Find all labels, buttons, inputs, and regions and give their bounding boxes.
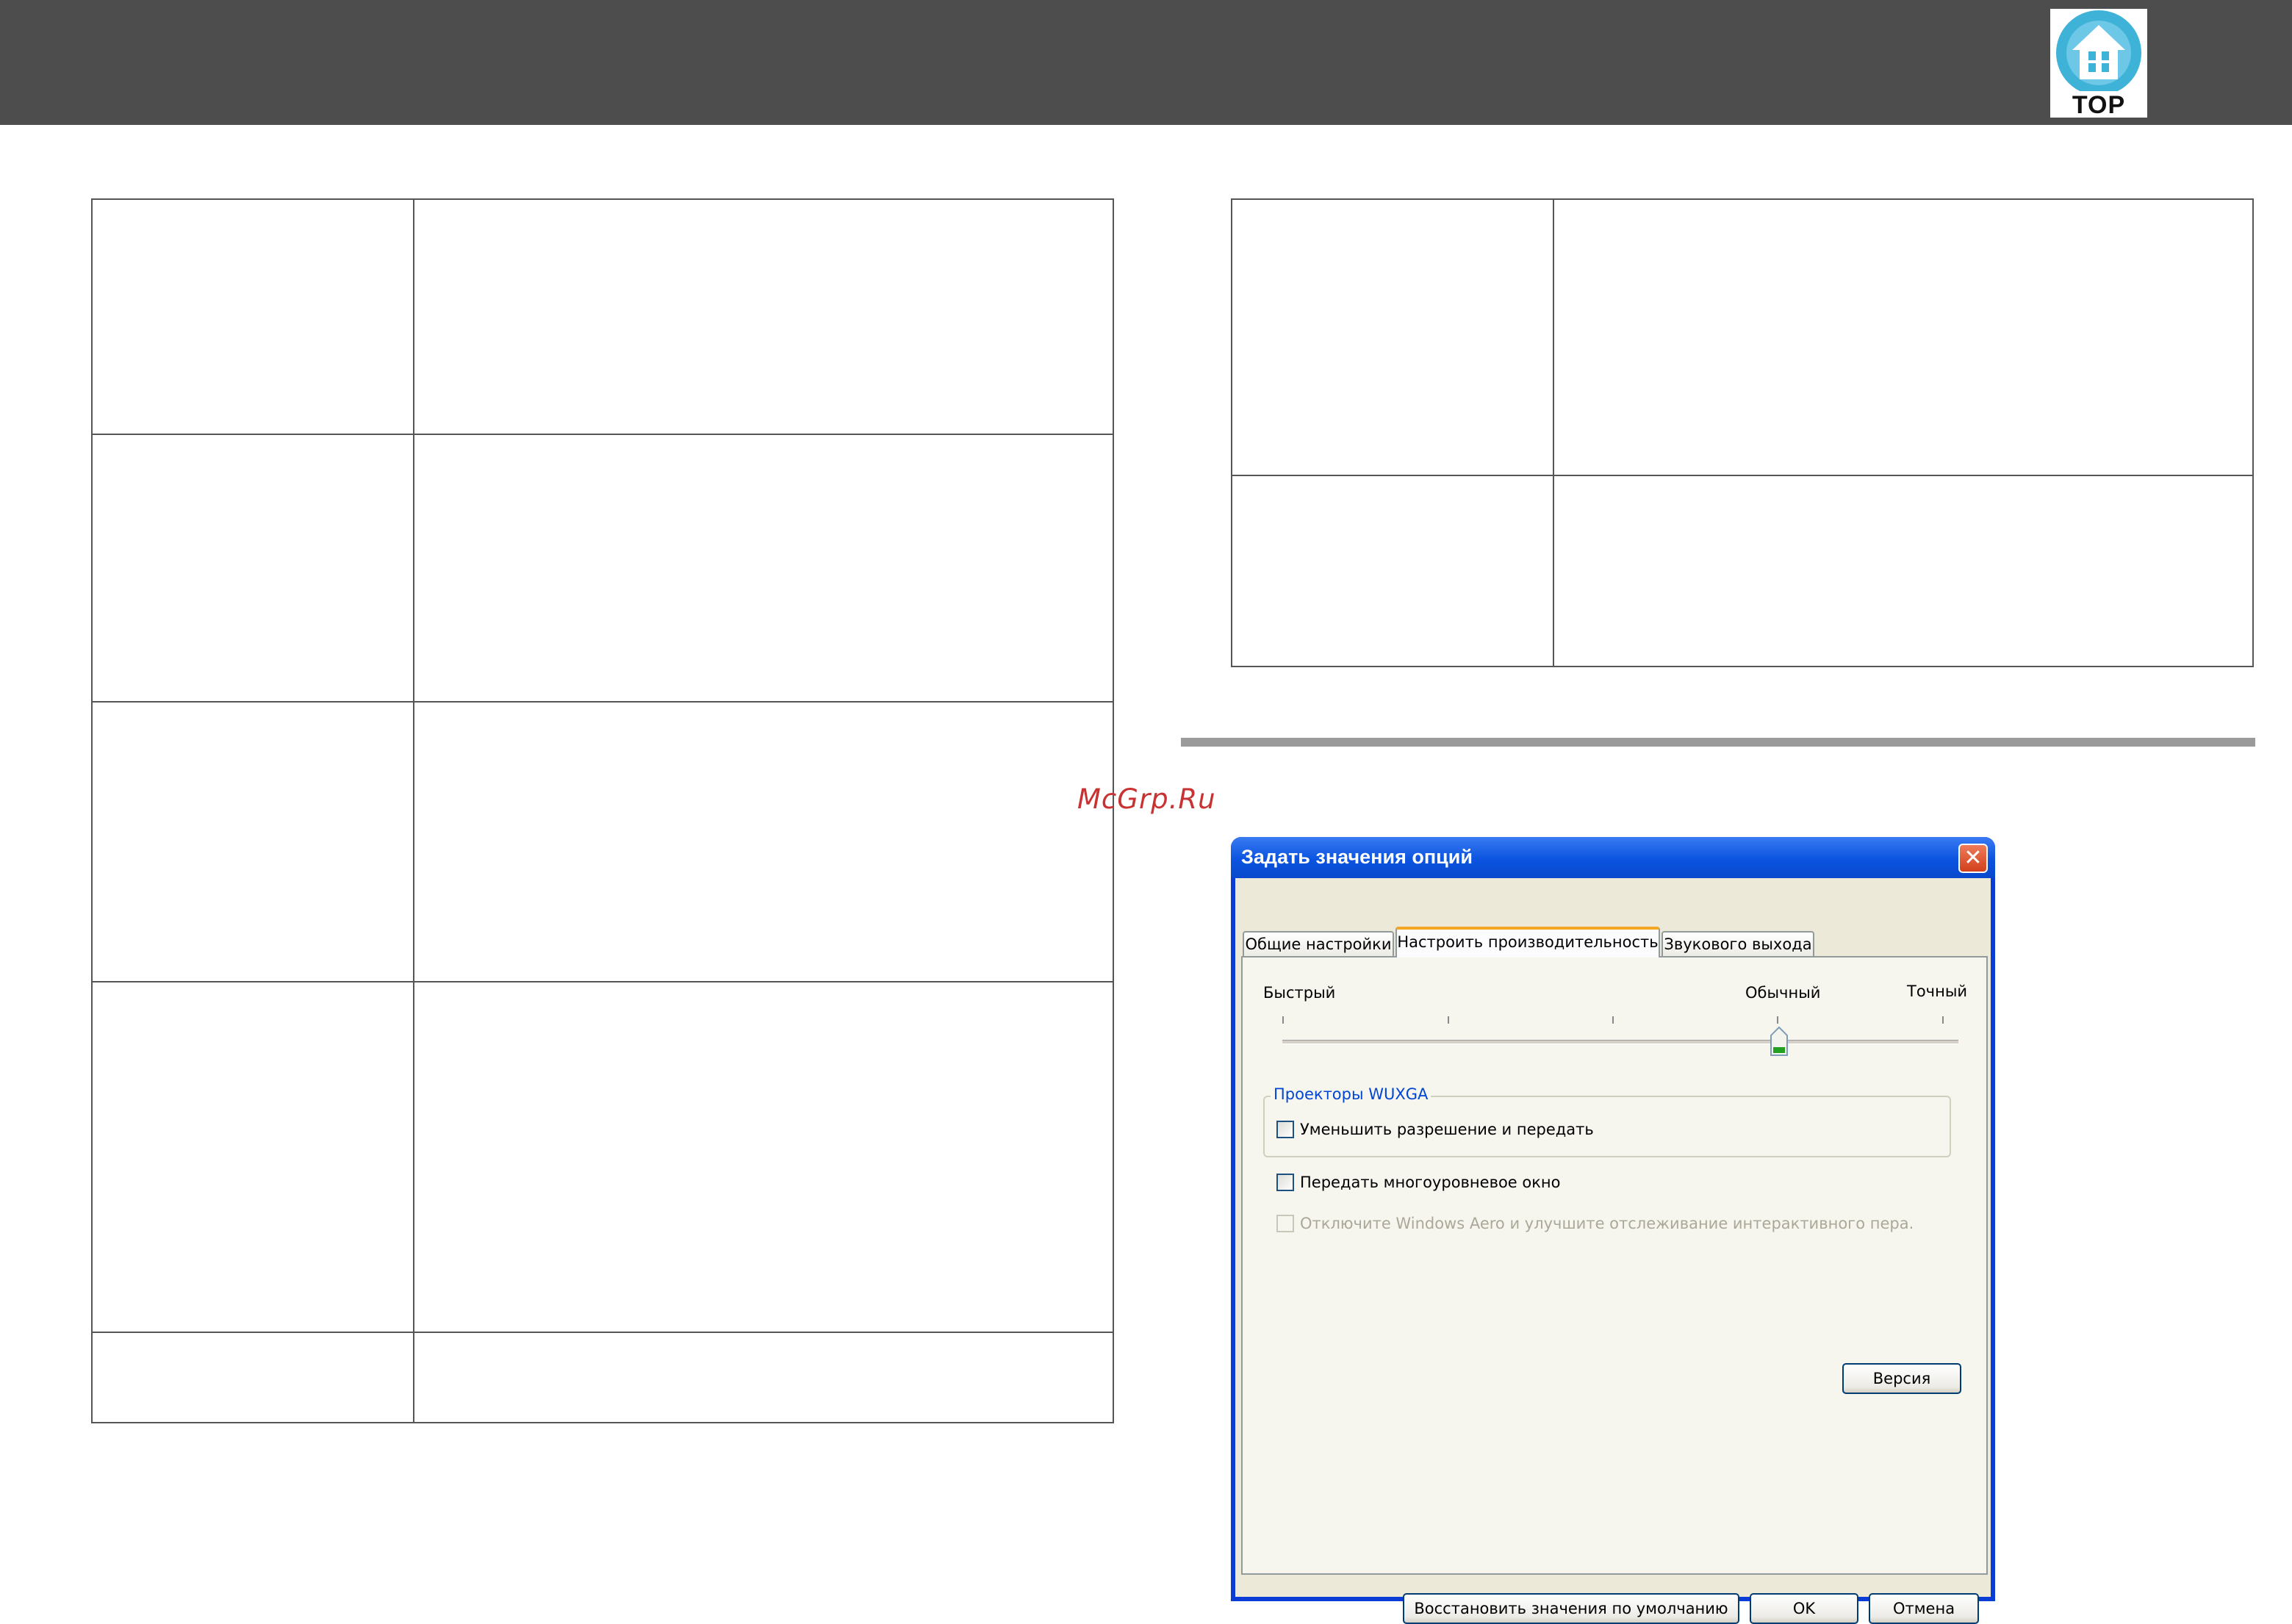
- reduce-resolution-checkbox[interactable]: [1276, 1121, 1294, 1138]
- dialog-title: Задать значения опций: [1241, 846, 1473, 868]
- cancel-button[interactable]: Отмена: [1869, 1593, 1979, 1624]
- close-button[interactable]: ✕: [1958, 844, 1988, 873]
- disable-aero-checkbox: [1276, 1215, 1294, 1232]
- tab-performance[interactable]: Настроить производительность: [1395, 927, 1660, 957]
- tab-panel: Быстрый Обычный Точный Проекторы WUXGA У…: [1241, 956, 1988, 1575]
- performance-slider-track[interactable]: [1282, 1040, 1958, 1044]
- slider-tick: [1942, 1016, 1944, 1024]
- header-bar: [0, 0, 2292, 125]
- slider-tick: [1282, 1016, 1284, 1024]
- layered-window-checkbox[interactable]: [1276, 1174, 1294, 1191]
- reduce-resolution-label[interactable]: Уменьшить разрешение и передать: [1300, 1121, 1594, 1138]
- table-row: [1232, 475, 2252, 669]
- slider-tick: [1612, 1016, 1614, 1024]
- close-icon: ✕: [1964, 845, 1983, 871]
- top-link[interactable]: TOP: [2050, 9, 2147, 119]
- table-row: [93, 1332, 1113, 1425]
- layered-window-label[interactable]: Передать многоуровневое окно: [1300, 1174, 1561, 1191]
- table-row: [1232, 200, 2252, 475]
- dialog-title-bar[interactable]: Задать значения опций ✕: [1231, 837, 1995, 878]
- disable-aero-label: Отключите Windows Aero и улучшите отслеж…: [1300, 1215, 1914, 1232]
- slider-label-fast: Быстрый: [1263, 984, 1336, 1002]
- ok-button[interactable]: OK: [1750, 1593, 1858, 1624]
- slider-label-precise: Точный: [1907, 982, 1968, 1000]
- performance-slider-thumb[interactable]: [1770, 1026, 1788, 1056]
- slider-tick: [1448, 1016, 1449, 1024]
- restore-defaults-button[interactable]: Восстановить значения по умолчанию: [1403, 1593, 1739, 1624]
- slider-label-normal: Обычный: [1745, 984, 1821, 1002]
- watermark: McGrp.Ru: [1077, 783, 1216, 815]
- table-row: [93, 200, 1113, 434]
- table-row: [93, 981, 1113, 1333]
- table-row: [93, 701, 1113, 982]
- wuxga-group-title: Проекторы WUXGA: [1271, 1085, 1431, 1103]
- house-icon: [2056, 10, 2141, 91]
- options-dialog: Задать значения опций ✕ Общие настройки …: [1231, 837, 1995, 1624]
- left-table: [91, 198, 1114, 1423]
- section-divider: [1181, 738, 2255, 747]
- slider-tick: [1777, 1016, 1778, 1024]
- version-button[interactable]: Версия: [1842, 1363, 1961, 1394]
- tab-audio-output[interactable]: Звукового выхода: [1661, 931, 1814, 956]
- tab-general[interactable]: Общие настройки: [1243, 931, 1394, 956]
- table-row: [93, 434, 1113, 703]
- top-label: TOP: [2072, 91, 2126, 119]
- right-table: [1231, 198, 2254, 667]
- dialog-body: Общие настройки Настроить производительн…: [1235, 878, 1991, 1624]
